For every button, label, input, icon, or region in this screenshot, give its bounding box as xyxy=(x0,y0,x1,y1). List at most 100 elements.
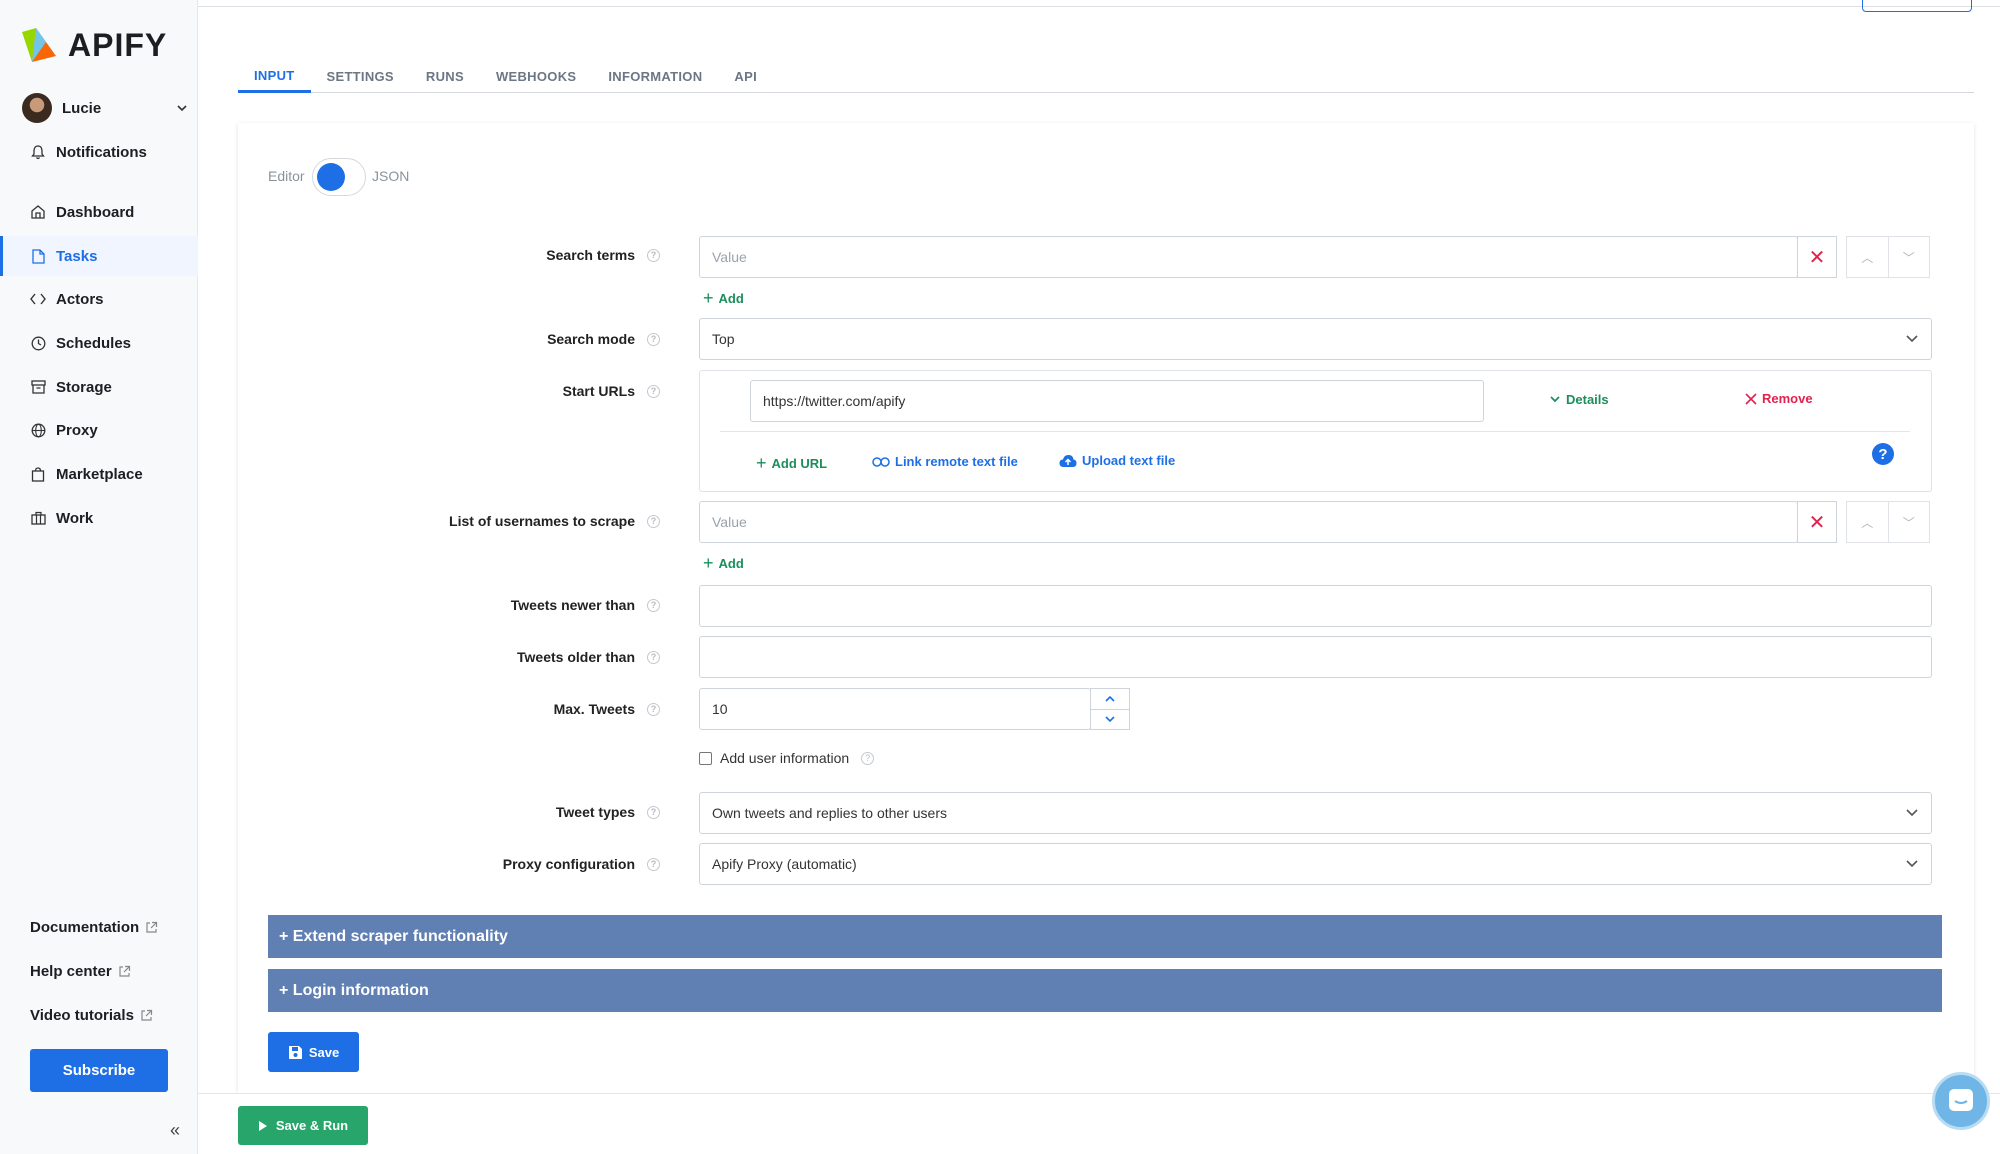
tab-settings[interactable]: SETTINGS xyxy=(311,60,410,93)
plus-icon: + xyxy=(703,553,714,573)
tweet-types-label: Tweet types? xyxy=(556,804,660,820)
help-center-link[interactable]: Help center xyxy=(30,963,131,980)
add-label: Add xyxy=(718,556,744,571)
collapse-sidebar-icon[interactable]: « xyxy=(170,1120,180,1141)
chat-icon xyxy=(1949,1089,1973,1111)
home-icon xyxy=(30,204,46,220)
move-up-icon[interactable]: ︿ xyxy=(1847,502,1889,542)
decrement-icon[interactable] xyxy=(1091,710,1129,730)
sidebar-item-tasks[interactable]: Tasks xyxy=(0,236,198,276)
apify-logo[interactable]: APIFY xyxy=(20,26,167,64)
help-icon[interactable]: ? xyxy=(647,248,660,262)
documentation-link[interactable]: Documentation xyxy=(30,919,158,936)
divider xyxy=(720,431,1910,432)
external-link-icon xyxy=(141,1009,153,1021)
proxy-config-value: Apify Proxy (automatic) xyxy=(712,856,857,872)
login-information-section[interactable]: + Login information xyxy=(268,969,1942,1012)
sidebar-item-dashboard[interactable]: Dashboard xyxy=(0,192,198,232)
floppy-disk-icon xyxy=(288,1045,302,1059)
increment-icon[interactable] xyxy=(1091,689,1129,710)
cloud-upload-icon xyxy=(1059,454,1077,467)
help-icon[interactable]: ? xyxy=(647,332,660,346)
link-remote-label: Link remote text file xyxy=(895,454,1018,469)
task-tabs: INPUT SETTINGS RUNS WEBHOOKS INFORMATION… xyxy=(238,60,1974,93)
tweets-newer-input[interactable] xyxy=(699,585,1932,627)
sidebar-item-schedules[interactable]: Schedules xyxy=(0,323,198,363)
add-username-button[interactable]: + Add xyxy=(703,553,744,574)
file-icon xyxy=(30,248,46,264)
help-icon[interactable]: ? xyxy=(647,514,660,528)
sidebar-item-storage[interactable]: Storage xyxy=(0,367,198,407)
max-tweets-stepper xyxy=(1090,688,1130,730)
details-button[interactable]: Details xyxy=(1549,392,1609,407)
search-mode-value: Top xyxy=(712,331,735,347)
clear-username-button[interactable]: ✕ xyxy=(1797,501,1837,543)
add-user-info-checkbox[interactable] xyxy=(699,751,712,765)
save-and-run-button[interactable]: Save & Run xyxy=(238,1106,368,1145)
search-terms-label-text: Search terms xyxy=(546,247,635,263)
sidebar-item-label: Dashboard xyxy=(56,203,135,221)
subscribe-button[interactable]: Subscribe xyxy=(30,1049,168,1092)
sidebar-item-actors[interactable]: Actors xyxy=(0,279,198,319)
move-up-icon[interactable]: ︿ xyxy=(1847,237,1889,277)
help-icon[interactable]: ? xyxy=(647,857,660,871)
move-down-icon[interactable]: ﹀ xyxy=(1889,237,1930,277)
sidebar-item-label: Storage xyxy=(56,378,112,396)
tab-information[interactable]: INFORMATION xyxy=(592,60,718,93)
move-down-icon[interactable]: ﹀ xyxy=(1889,502,1930,542)
notifications-link[interactable]: Notifications xyxy=(0,132,198,172)
save-label: Save xyxy=(308,1044,340,1060)
help-icon[interactable]: ? xyxy=(647,598,660,612)
sidebar-item-label: Actors xyxy=(56,290,104,308)
upload-label: Upload text file xyxy=(1082,453,1176,468)
remove-url-button[interactable]: Remove xyxy=(1745,391,1813,406)
user-menu[interactable]: Lucie xyxy=(22,92,188,124)
sidebar-item-marketplace[interactable]: Marketplace xyxy=(0,454,198,494)
external-link-icon xyxy=(119,965,130,977)
upload-text-file-button[interactable]: Upload text file xyxy=(1059,453,1175,468)
link-remote-file-button[interactable]: Link remote text file xyxy=(872,454,1018,469)
chevron-down-icon xyxy=(1906,860,1918,868)
top-border xyxy=(0,0,2000,7)
tweet-types-select[interactable]: Own tweets and replies to other users xyxy=(699,792,1932,834)
extend-functionality-section[interactable]: + Extend scraper functionality xyxy=(268,915,1942,958)
toggle-knob xyxy=(317,163,345,191)
video-tutorials-link[interactable]: Video tutorials xyxy=(30,1007,153,1024)
external-link-icon xyxy=(146,921,158,933)
tab-webhooks[interactable]: WEBHOOKS xyxy=(480,60,592,93)
tweets-newer-label: Tweets newer than? xyxy=(511,597,660,613)
help-icon[interactable]: ? xyxy=(647,702,660,716)
proxy-config-select[interactable]: Apify Proxy (automatic) xyxy=(699,843,1932,885)
add-url-button[interactable]: + Add URL xyxy=(756,453,827,474)
sidebar-item-proxy[interactable]: Proxy xyxy=(0,410,198,450)
start-urls-label: Start URLs? xyxy=(563,383,660,399)
tab-runs[interactable]: RUNS xyxy=(410,60,480,93)
max-tweets-input[interactable]: 10 xyxy=(699,688,1091,730)
start-urls-label-text: Start URLs xyxy=(562,383,635,399)
tweets-older-input[interactable] xyxy=(699,636,1932,678)
search-terms-input[interactable]: Value xyxy=(699,236,1798,278)
sidebar-item-label: Schedules xyxy=(56,334,132,352)
start-url-input[interactable]: https://twitter.com/apify xyxy=(750,380,1484,422)
chat-support-button[interactable] xyxy=(1932,1072,1990,1130)
tab-api[interactable]: API xyxy=(718,60,773,93)
editor-toggle-label: Editor xyxy=(268,168,305,184)
help-circle-icon[interactable]: ? xyxy=(1872,443,1894,465)
sidebar-item-work[interactable]: Work xyxy=(0,498,198,538)
search-mode-select[interactable]: Top xyxy=(699,318,1932,360)
help-icon[interactable]: ? xyxy=(861,751,875,765)
chevron-down-icon xyxy=(1906,809,1918,817)
sidebar-item-label: Tasks xyxy=(56,247,98,265)
editor-json-toggle[interactable] xyxy=(312,158,366,196)
usernames-input[interactable]: Value xyxy=(699,501,1798,543)
tab-input[interactable]: INPUT xyxy=(238,60,311,93)
avatar xyxy=(22,93,52,123)
help-icon[interactable]: ? xyxy=(647,384,660,398)
top-action-button[interactable] xyxy=(1862,0,1972,12)
save-button[interactable]: Save xyxy=(268,1032,359,1072)
add-user-info-checkbox-row[interactable]: Add user information ? xyxy=(699,750,875,766)
add-search-term-button[interactable]: + Add xyxy=(703,288,744,309)
help-icon[interactable]: ? xyxy=(647,650,660,664)
help-icon[interactable]: ? xyxy=(647,805,660,819)
clear-search-term-button[interactable]: ✕ xyxy=(1797,236,1837,278)
